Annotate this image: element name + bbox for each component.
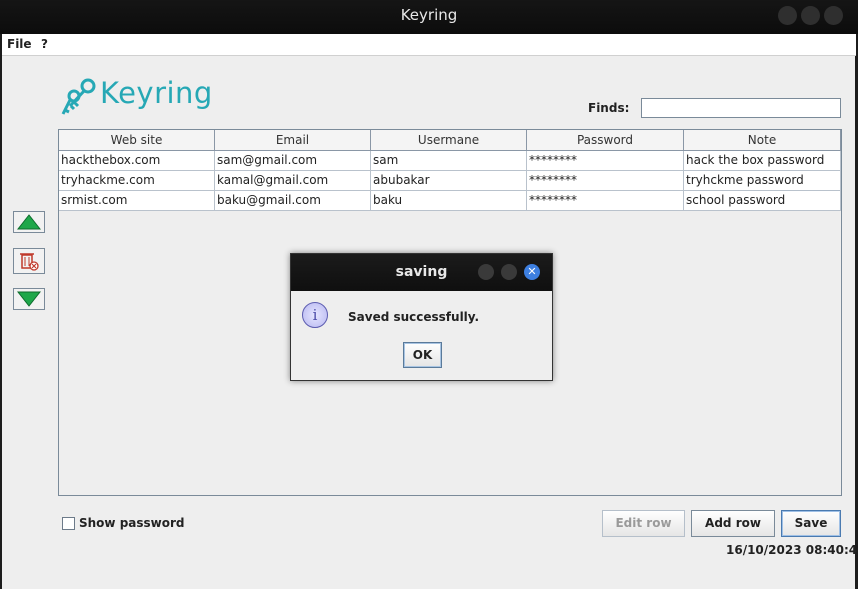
table-cell[interactable]: hackthebox.com: [59, 151, 215, 171]
table-cell[interactable]: hack the box password: [684, 151, 841, 171]
window-title: Keyring: [400, 6, 458, 24]
save-button[interactable]: Save: [781, 510, 841, 537]
dialog-title-bar[interactable]: saving ✕: [291, 254, 552, 291]
saving-dialog: saving ✕ i Saved successfully. OK: [290, 253, 553, 381]
move-down-button[interactable]: [13, 288, 45, 310]
app-window: Keyring File ? Keyring Finds: Web site E…: [0, 0, 858, 589]
delete-row-icon: [20, 253, 39, 271]
column-header[interactable]: Usermane: [371, 130, 527, 151]
dialog-minimize-button[interactable]: [478, 264, 494, 280]
dialog-maximize-button[interactable]: [501, 264, 517, 280]
logo-text: Keyring: [100, 76, 213, 110]
search-input[interactable]: [641, 98, 841, 118]
title-bar[interactable]: Keyring: [0, 0, 858, 34]
keys-icon: [61, 78, 96, 115]
edit-row-button[interactable]: Edit row: [602, 510, 685, 537]
table-cell[interactable]: kamal@gmail.com: [215, 171, 371, 191]
move-up-icon: [17, 214, 41, 230]
table-cell[interactable]: tryhackme.com: [59, 171, 215, 191]
move-up-button[interactable]: [13, 211, 45, 233]
column-header[interactable]: Email: [215, 130, 371, 151]
menu-file[interactable]: File: [7, 37, 32, 51]
ok-button[interactable]: OK: [403, 342, 442, 368]
table-cell[interactable]: school password: [684, 191, 841, 211]
dialog-message: Saved successfully.: [348, 310, 480, 324]
table-cell[interactable]: abubakar: [371, 171, 527, 191]
close-button[interactable]: [824, 6, 843, 25]
column-header[interactable]: Web site: [59, 130, 215, 151]
add-row-button[interactable]: Add row: [691, 510, 775, 537]
table-cell[interactable]: ********: [527, 151, 684, 171]
search-label: Finds:: [588, 101, 630, 115]
minimize-button[interactable]: [778, 6, 797, 25]
maximize-button[interactable]: [801, 6, 820, 25]
column-header[interactable]: Password: [527, 130, 684, 151]
table-cell[interactable]: sam@gmail.com: [215, 151, 371, 171]
show-password-label: Show password: [79, 516, 185, 530]
dialog-close-button[interactable]: ✕: [524, 264, 540, 280]
menu-bar: File ?: [2, 34, 856, 56]
column-header[interactable]: Note: [684, 130, 841, 151]
table-cell[interactable]: ********: [527, 171, 684, 191]
info-icon: i: [302, 302, 328, 328]
timestamp: 16/10/2023 08:40:40: [726, 543, 858, 557]
table-cell[interactable]: tryhckme password: [684, 171, 841, 191]
delete-row-button[interactable]: [13, 248, 45, 274]
table-cell[interactable]: baku@gmail.com: [215, 191, 371, 211]
checkbox-box[interactable]: [62, 517, 75, 530]
table-cell[interactable]: sam: [371, 151, 527, 171]
table-cell[interactable]: baku: [371, 191, 527, 211]
move-down-icon: [17, 291, 41, 307]
table-cell[interactable]: srmist.com: [59, 191, 215, 211]
menu-help[interactable]: ?: [41, 37, 48, 51]
table-cell[interactable]: ********: [527, 191, 684, 211]
